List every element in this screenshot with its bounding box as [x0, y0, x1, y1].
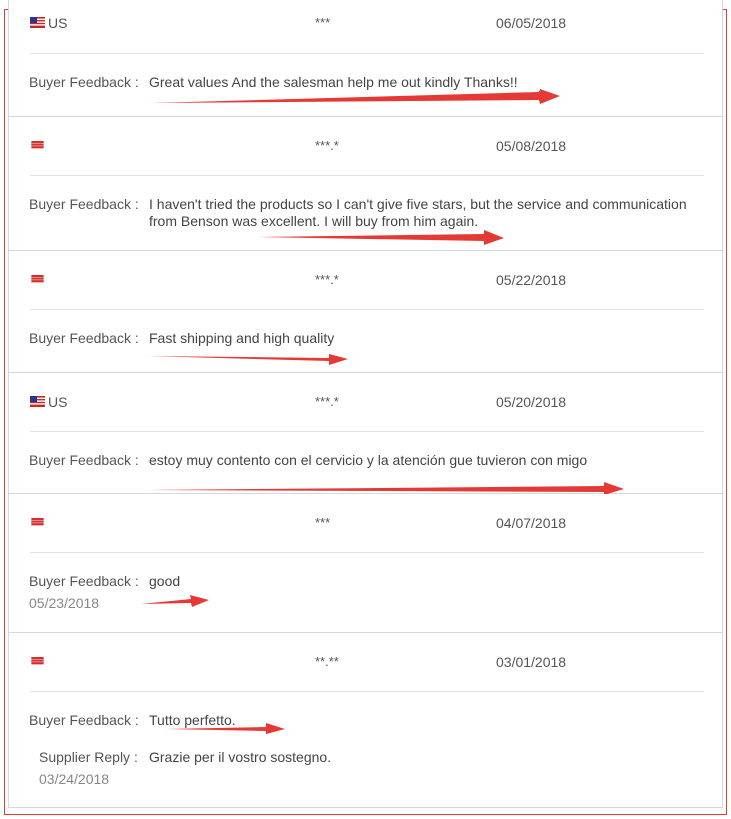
feedback-list: US *** 06/05/2018 Buyer Feedback : Great… — [8, 0, 723, 808]
annotation-arrow — [258, 230, 504, 245]
annotation-arrow — [141, 595, 209, 607]
annotation-arrow — [146, 482, 624, 495]
review-item: *** 04/07/2018 Buyer Feedback : good 05/… — [8, 494, 723, 633]
review-item: **.** 03/01/2018 Buyer Feedback : Tutto … — [8, 633, 723, 808]
review-item: US *** 06/05/2018 Buyer Feedback : Great… — [8, 0, 723, 117]
review-item: ***.* 05/08/2018 Buyer Feedback : I have… — [8, 117, 723, 251]
annotation-arrow — [152, 89, 560, 104]
annotation-arrow — [166, 723, 285, 734]
review-item: ***.* 05/22/2018 Buyer Feedback : Fast s… — [8, 251, 723, 373]
annotation-arrow — [147, 354, 348, 365]
review-item: US ***.* 05/20/2018 Buyer Feedback : est… — [8, 373, 723, 495]
